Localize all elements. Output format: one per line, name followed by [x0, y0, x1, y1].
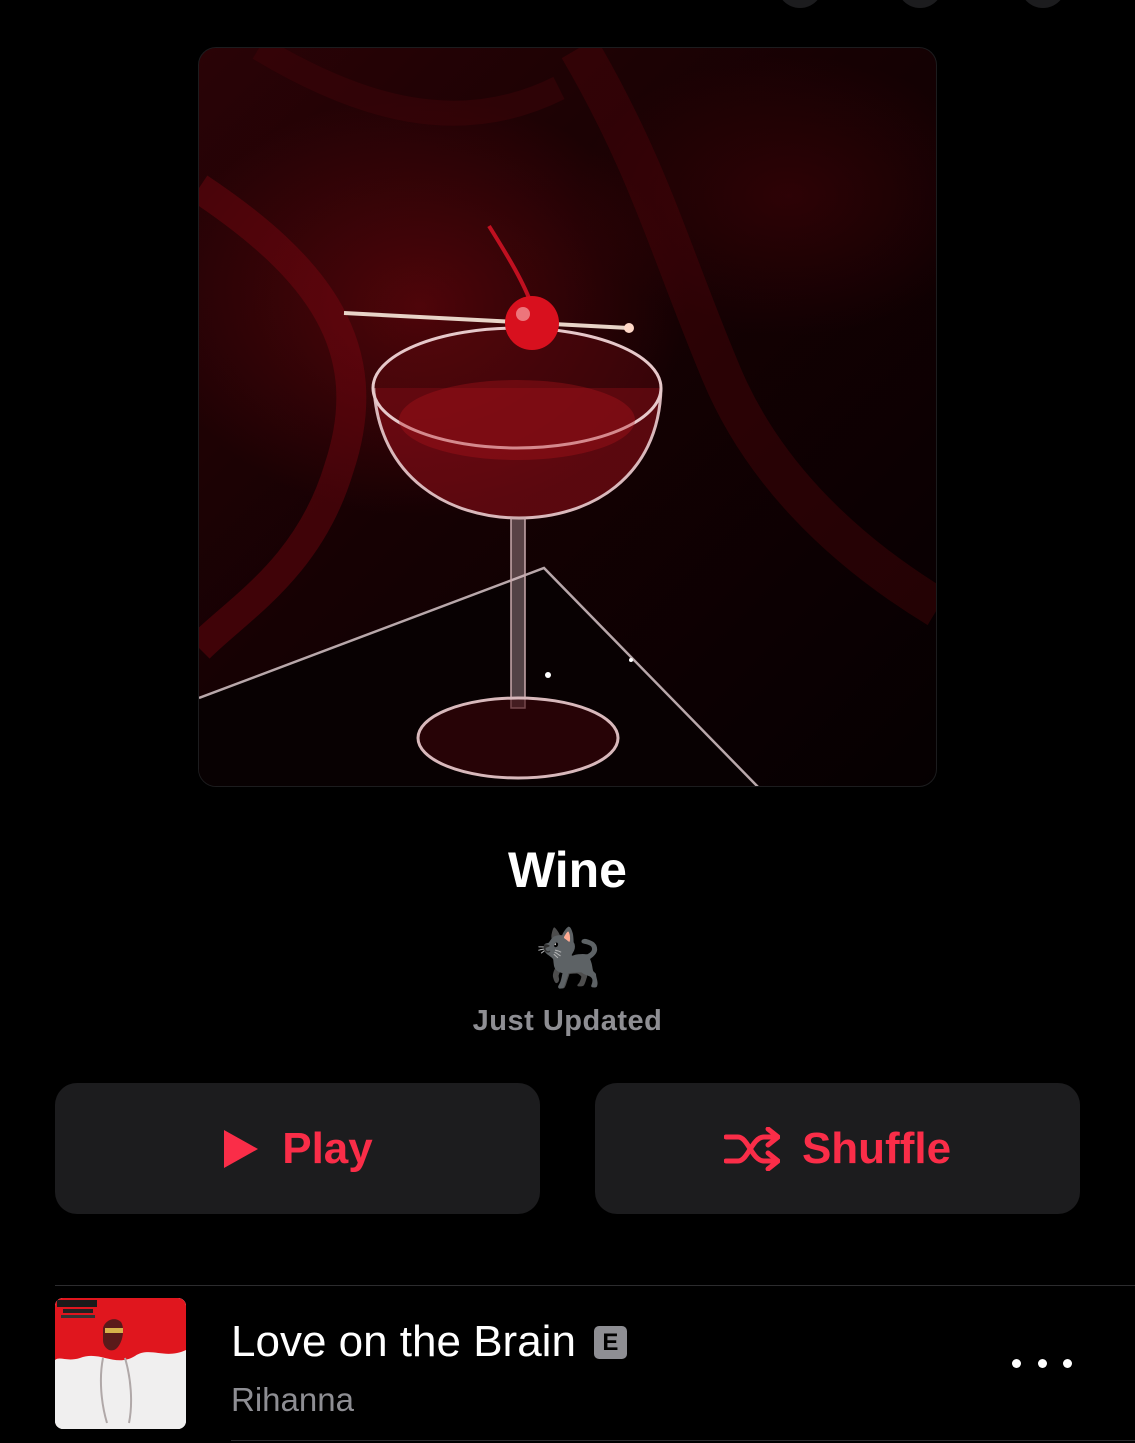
shuffle-button[interactable]: Shuffle	[595, 1083, 1080, 1214]
cocktail-glass-illustration	[199, 48, 936, 786]
playlist-title: Wine	[508, 842, 627, 898]
top-button-left[interactable]	[777, 0, 823, 8]
play-button[interactable]: Play	[55, 1083, 540, 1214]
track-title: Love on the Brain E	[231, 1314, 627, 1370]
play-label: Play	[282, 1123, 373, 1173]
list-divider-bottom	[231, 1440, 1135, 1441]
track-row[interactable]: Love on the Brain E Rihanna	[0, 1286, 1135, 1443]
track-artist: Rihanna	[231, 1381, 354, 1418]
shuffle-icon	[723, 1126, 780, 1171]
explicit-badge: E	[593, 1325, 627, 1359]
more-icon[interactable]	[1012, 1348, 1072, 1378]
shuffle-label: Shuffle	[801, 1123, 952, 1173]
playlist-page: Wine 🐈‍⬛ Just Updated Play Shuffle	[0, 0, 1135, 1443]
top-button-right[interactable]	[1020, 0, 1066, 8]
top-button-middle[interactable]	[897, 0, 943, 8]
playlist-artwork	[198, 47, 937, 787]
track-title-text: Love on the Brain	[231, 1317, 576, 1366]
curator-avatar[interactable]: 🐈‍⬛	[0, 925, 1135, 991]
playlist-status: Just Updated	[472, 1005, 663, 1037]
track-artwork	[55, 1298, 186, 1429]
play-icon	[222, 1128, 260, 1170]
